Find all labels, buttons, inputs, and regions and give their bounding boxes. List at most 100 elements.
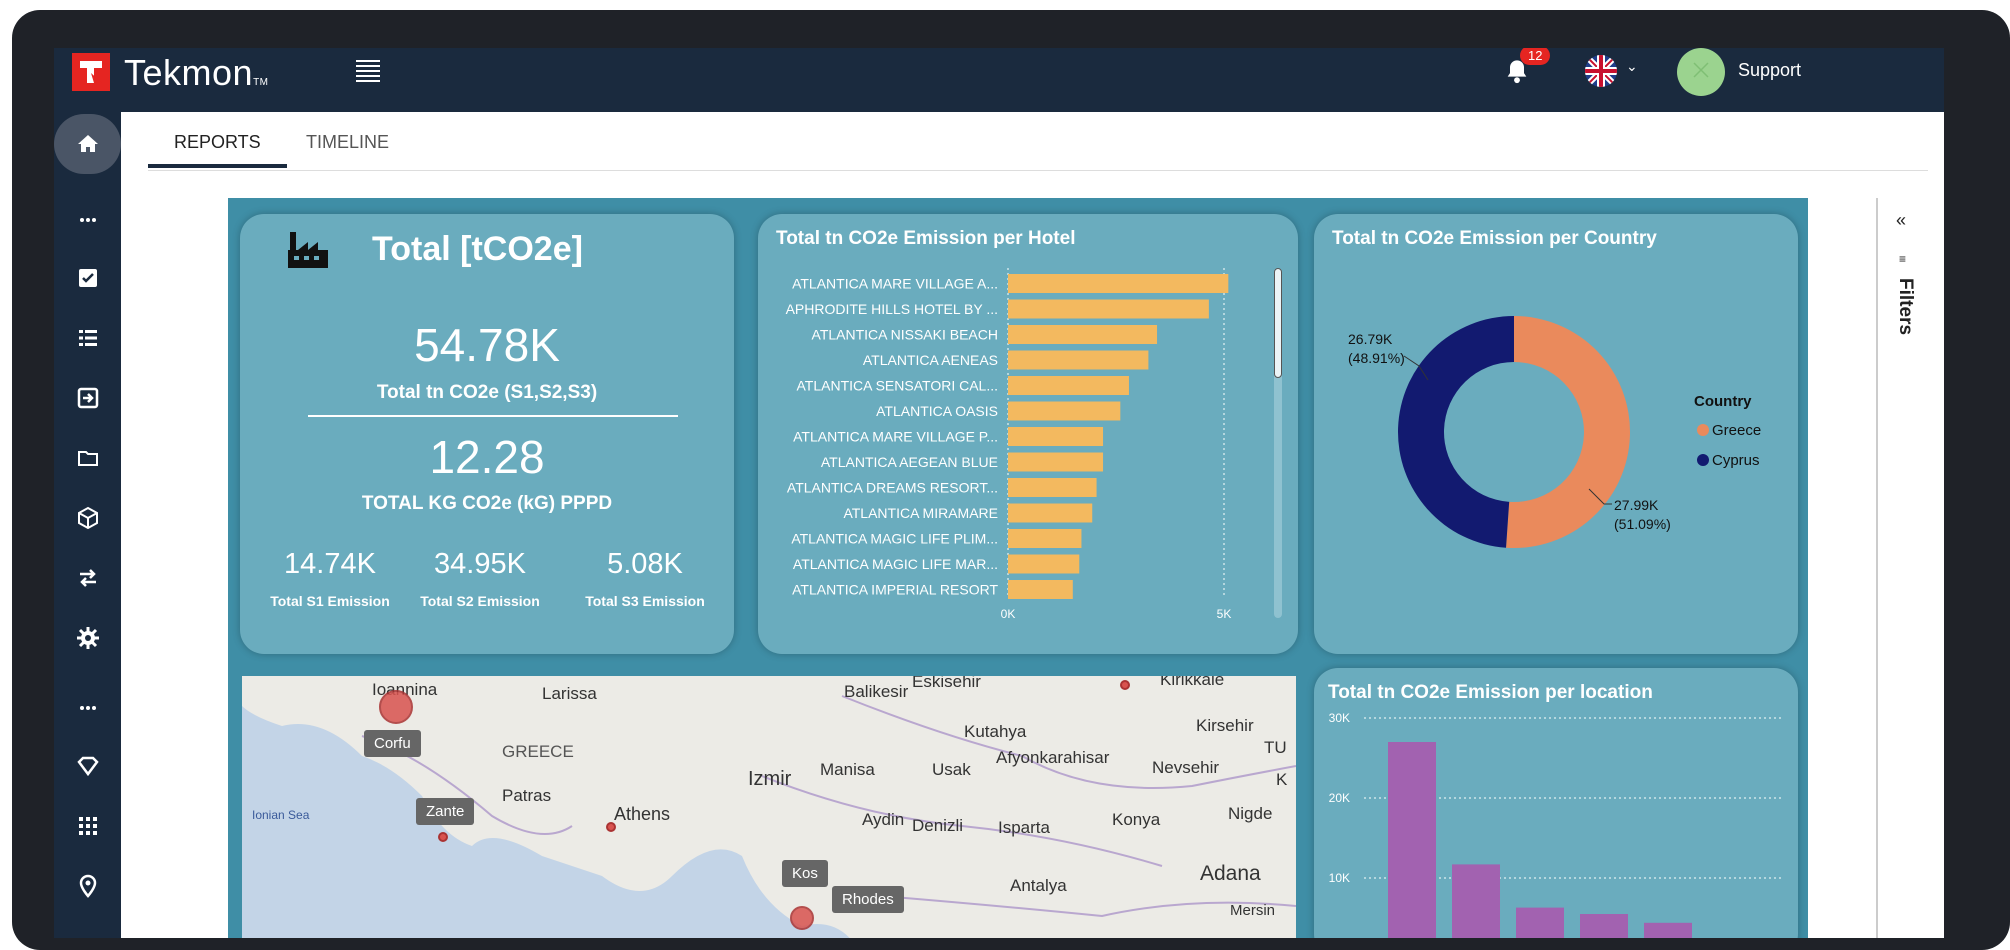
sidebar-item-folder[interactable] — [54, 438, 121, 478]
s1-label: Total S1 Emission — [270, 593, 390, 609]
s3-value: 5.08K — [607, 548, 683, 580]
donut-legend-swatch — [1697, 424, 1709, 436]
filters-label[interactable]: Filters — [1894, 278, 1916, 335]
location-y-tick-label: 30K — [1329, 711, 1350, 725]
map-label: Kirsehir — [1196, 716, 1254, 735]
map-label: Izmir — [748, 768, 792, 790]
hotel-bar — [1008, 427, 1104, 446]
hotels-map[interactable]: Ioannina Larissa GREECE Patras Athens Io… — [242, 676, 1296, 938]
map-label: Kutahya — [964, 722, 1027, 741]
map-label: Nevsehir — [1152, 758, 1220, 777]
total-main-label: Total tn CO2e (S1,S2,S3) — [376, 382, 598, 403]
map-label: Konya — [1112, 810, 1161, 829]
donut-legend-label: Greece — [1712, 422, 1761, 439]
map-label: Patras — [502, 786, 552, 805]
map-label: Eskisehir — [912, 676, 981, 691]
location-y-tick-label: 20K — [1329, 791, 1350, 805]
grid-apps-icon — [78, 817, 97, 835]
map-tag-rhodes[interactable]: Rhodes — [832, 886, 904, 913]
map-marker-kos[interactable] — [790, 906, 814, 930]
map-label: Denizli — [912, 816, 964, 835]
hotel-category-label: ATLANTICA SENSATORI CAL... — [797, 378, 999, 394]
location-bar — [1388, 742, 1436, 938]
hotel-category-label: ATLANTICA AEGEAN BLUE — [821, 454, 998, 470]
s1-value: 14.74K — [284, 548, 376, 580]
location-bar — [1580, 914, 1628, 938]
tekmon-logo-icon — [72, 53, 110, 91]
sidebar-item-import[interactable] — [54, 378, 121, 418]
folder-icon — [77, 451, 98, 466]
hotel-bar — [1008, 376, 1129, 395]
user-name[interactable]: Support — [1738, 60, 1801, 81]
hotel-chart-scrollbar[interactable] — [1274, 268, 1282, 618]
sidebar-item-settings[interactable] — [54, 618, 121, 658]
hotel-x-tick-label: 0K — [1001, 607, 1016, 621]
collapse-filters-icon[interactable]: « — [1896, 210, 1906, 231]
sidebar-item-home[interactable] — [54, 114, 121, 174]
map-marker-corfu[interactable] — [379, 690, 413, 724]
map-marker-zante[interactable] — [438, 832, 448, 842]
map-tag-kos[interactable]: Kos — [782, 860, 828, 887]
country-chart-title: Total tn CO2e Emission per Country — [1332, 228, 1657, 249]
donut-data-label: 27.99K — [1614, 497, 1659, 513]
s2-label: Total S2 Emission — [420, 593, 540, 609]
map-label: Afyonkarahisar — [996, 748, 1110, 767]
sidebar-item-list[interactable] — [54, 318, 121, 358]
hotel-chart-scroll-thumb[interactable] — [1274, 268, 1282, 378]
donut-data-label: 26.79K — [1348, 331, 1393, 347]
uk-flag-icon[interactable] — [1585, 55, 1617, 87]
top-bar: TekmonTM 12 ⌄ Support — [54, 48, 1944, 112]
hotel-category-label: APHRODITE HILLS HOTEL BY ... — [786, 301, 998, 317]
map-label: Aydin — [862, 810, 905, 829]
sidebar-item-more-2[interactable] — [54, 688, 121, 728]
app-logo-text: TekmonTM — [124, 52, 269, 93]
more-dots-icon — [79, 706, 96, 710]
tab-reports[interactable]: REPORTS — [148, 108, 287, 168]
map-marker-athens[interactable] — [606, 822, 616, 832]
map-label: TU — [1264, 738, 1287, 757]
sidebar-item-apps[interactable] — [54, 806, 121, 846]
sidebar-item-premium[interactable] — [54, 746, 121, 786]
cube-icon — [77, 506, 98, 530]
country-donut-chart: 27.99K (51.09%) 26.79K (48.91%) Country Greec… — [1348, 316, 1761, 548]
home-icon — [77, 135, 98, 152]
map-tag-corfu[interactable]: Corfu — [364, 730, 421, 757]
list-icon — [78, 330, 97, 346]
tab-divider — [148, 170, 1928, 171]
sidebar-item-more-1[interactable] — [54, 200, 121, 240]
language-chevron-down-icon[interactable]: ⌄ — [1626, 58, 1638, 75]
import-icon — [77, 387, 98, 409]
sidebar-item-tasks[interactable] — [54, 258, 121, 298]
map-label: Balikesir — [844, 682, 909, 701]
hotel-category-label: ATLANTICA MIRAMARE — [843, 505, 998, 521]
hotel-category-label: ATLANTICA IMPERIAL RESORT — [792, 582, 998, 598]
sidebar-item-packages[interactable] — [54, 498, 121, 538]
hotel-bar — [1008, 554, 1080, 574]
avatar-placeholder-icon — [1693, 62, 1709, 78]
hotel-emissions-card: Total tn CO2e Emission per Hotel ATLANTI… — [758, 214, 1298, 654]
hotel-category-label: ATLANTICA OASIS — [876, 403, 998, 419]
menu-icon[interactable] — [356, 60, 380, 82]
kg-value: 12.28 — [429, 431, 545, 483]
tab-timeline[interactable]: TIMELINE — [280, 108, 415, 168]
hotel-bar-chart: ATLANTICA MARE VILLAGE A... APHRODITE HIL… — [786, 268, 1231, 621]
sidebar-item-locations[interactable] — [54, 866, 121, 906]
donut-legend-title: Country — [1694, 393, 1752, 410]
factory-icon — [288, 232, 328, 268]
hotel-category-label: ATLANTICA MARE VILLAGE P... — [793, 429, 998, 445]
map-label: Antalya — [1010, 876, 1067, 895]
hotel-bar — [1008, 478, 1097, 497]
s2-value: 34.95K — [434, 548, 526, 580]
map-tag-zante[interactable]: Zante — [416, 798, 475, 825]
map-marker-east[interactable] — [1120, 680, 1130, 690]
kpi-divider — [308, 415, 678, 417]
hotel-bar — [1008, 452, 1104, 472]
more-dots-icon — [79, 218, 96, 222]
donut-slice-greece — [1506, 316, 1631, 548]
hotel-chart-title: Total tn CO2e Emission per Hotel — [776, 228, 1076, 249]
sidebar — [54, 112, 121, 938]
sidebar-item-transfers[interactable] — [54, 558, 121, 598]
hotel-category-label: ATLANTICA MARE VILLAGE A... — [792, 276, 998, 292]
donut-slice-cyprus — [1398, 316, 1514, 548]
map-label: Athens — [614, 804, 671, 824]
